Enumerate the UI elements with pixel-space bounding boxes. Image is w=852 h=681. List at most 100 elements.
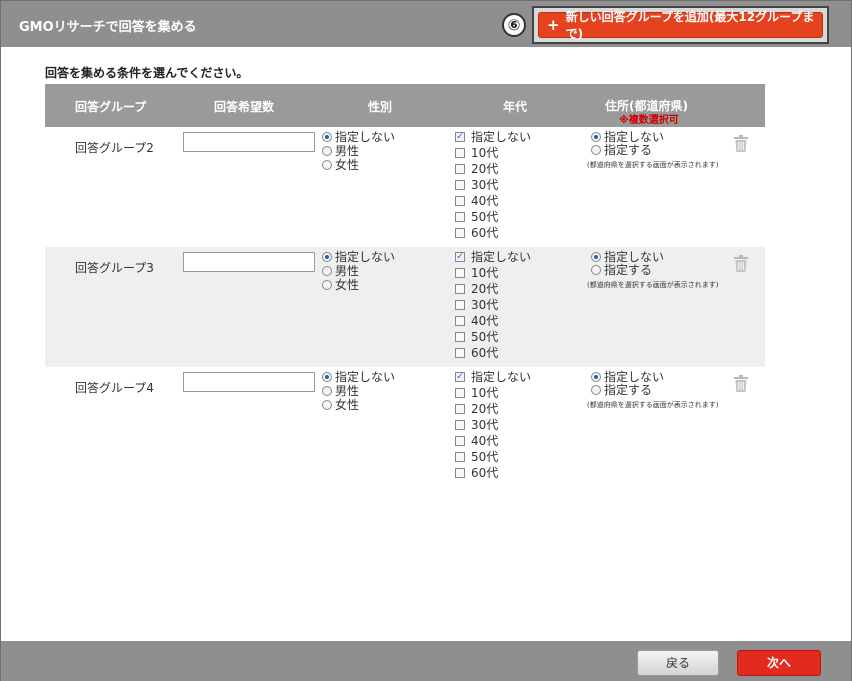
age-option[interactable]: 20代 [455,402,498,416]
address-radio[interactable] [591,145,601,155]
age-checkbox[interactable]: ✓ [455,372,465,382]
response-count-input[interactable] [183,372,315,392]
header-count: 回答希望数 [214,100,275,114]
gender-option[interactable]: 男性 [322,264,359,278]
step-number-badge: ⑥ [502,13,526,37]
address-option[interactable]: 指定する [591,143,652,157]
gender-option[interactable]: 女性 [322,398,359,412]
age-checkbox[interactable] [455,228,465,238]
age-checkbox[interactable] [455,268,465,278]
address-radio[interactable] [591,252,601,262]
add-group-button[interactable]: + 新しい回答グループを追加(最大12グループまで) [538,10,823,41]
age-option[interactable]: 50代 [455,330,498,344]
age-option-label: 指定しない [471,130,532,144]
gender-option[interactable]: 指定しない [322,250,395,264]
address-option[interactable]: 指定しない [591,250,664,264]
gender-option[interactable]: 男性 [322,144,359,158]
age-checkbox[interactable] [455,348,465,358]
age-checkbox[interactable] [455,388,465,398]
trash-icon[interactable] [733,375,749,393]
gender-radio[interactable] [322,400,332,410]
group-row: 回答グループ4 指定しない 男性 女性 ✓ 指定しない 10代 20代 30代 40代 50代 60代… [45,367,765,487]
age-checkbox[interactable] [455,180,465,190]
gender-radio[interactable] [322,266,332,276]
group-name: 回答グループ3 [75,261,154,275]
address-option[interactable]: 指定しない [591,130,664,144]
address-option[interactable]: 指定しない [591,370,664,384]
dialog-footer: 戻る 次へ [1,641,851,681]
instruction-text: 回答を集める条件を選んでください。 [45,66,249,80]
age-checkbox[interactable] [455,212,465,222]
gender-radio[interactable] [322,146,332,156]
age-checkbox[interactable]: ✓ [455,132,465,142]
age-checkbox[interactable] [455,332,465,342]
age-option[interactable]: 40代 [455,194,498,208]
gender-option[interactable]: 男性 [322,384,359,398]
address-radio[interactable] [591,385,601,395]
age-checkbox[interactable] [455,452,465,462]
gender-option[interactable]: 指定しない [322,130,395,144]
back-button[interactable]: 戻る [637,650,719,676]
gender-option[interactable]: 指定しない [322,370,395,384]
age-option-label: 10代 [471,146,499,160]
age-option[interactable]: 10代 [455,146,498,160]
age-checkbox[interactable] [455,420,465,430]
age-option[interactable]: 60代 [455,226,498,240]
address-radio[interactable] [591,265,601,275]
group-name: 回答グループ4 [75,381,154,395]
age-option[interactable]: 50代 [455,450,498,464]
address-radio[interactable] [591,372,601,382]
age-option[interactable]: ✓ 指定しない [455,130,531,144]
age-checkbox[interactable] [455,164,465,174]
age-option[interactable]: 20代 [455,282,498,296]
gender-radio[interactable] [322,252,332,262]
gender-option[interactable]: 女性 [322,278,359,292]
trash-icon[interactable] [733,135,749,153]
age-option[interactable]: 30代 [455,178,498,192]
gender-radio[interactable] [322,160,332,170]
age-option[interactable]: 40代 [455,314,498,328]
response-count-input[interactable] [183,252,315,272]
age-option-label: 50代 [471,450,499,464]
address-radio[interactable] [591,132,601,142]
gender-radio[interactable] [322,386,332,396]
age-checkbox[interactable] [455,404,465,414]
gender-option-label: 女性 [335,398,360,412]
age-option[interactable]: 40代 [455,434,498,448]
age-option[interactable]: 30代 [455,418,498,432]
age-option[interactable]: 10代 [455,266,498,280]
age-checkbox[interactable] [455,436,465,446]
address-option[interactable]: 指定する [591,383,652,397]
age-option-label: 30代 [471,178,499,192]
next-button[interactable]: 次へ [737,650,821,676]
age-checkbox[interactable]: ✓ [455,252,465,262]
response-count-input[interactable] [183,132,315,152]
age-option-label: 40代 [471,434,499,448]
age-option[interactable]: 20代 [455,162,498,176]
gender-radio[interactable] [322,372,332,382]
gender-radio[interactable] [322,132,332,142]
table-header: 回答グループ 回答希望数 性別 年代 住所(都道府県) ※複数選択可 [45,84,765,127]
address-option-label: 指定する [604,383,653,397]
address-help-text: (都道府県を選択する画面が表示されます) [587,161,719,169]
gender-radio[interactable] [322,280,332,290]
gender-option-label: 女性 [335,278,360,292]
age-checkbox[interactable] [455,196,465,206]
gender-option[interactable]: 女性 [322,158,359,172]
address-option[interactable]: 指定する [591,263,652,277]
address-option-label: 指定しない [604,250,665,264]
trash-icon[interactable] [733,255,749,273]
age-option[interactable]: 60代 [455,346,498,360]
age-option[interactable]: 10代 [455,386,498,400]
age-option[interactable]: 50代 [455,210,498,224]
age-checkbox[interactable] [455,316,465,326]
age-checkbox[interactable] [455,300,465,310]
age-option[interactable]: ✓ 指定しない [455,370,531,384]
gender-option-label: 指定しない [335,370,396,384]
age-checkbox[interactable] [455,468,465,478]
age-option[interactable]: ✓ 指定しない [455,250,531,264]
age-checkbox[interactable] [455,148,465,158]
age-option[interactable]: 60代 [455,466,498,480]
age-checkbox[interactable] [455,284,465,294]
age-option[interactable]: 30代 [455,298,498,312]
